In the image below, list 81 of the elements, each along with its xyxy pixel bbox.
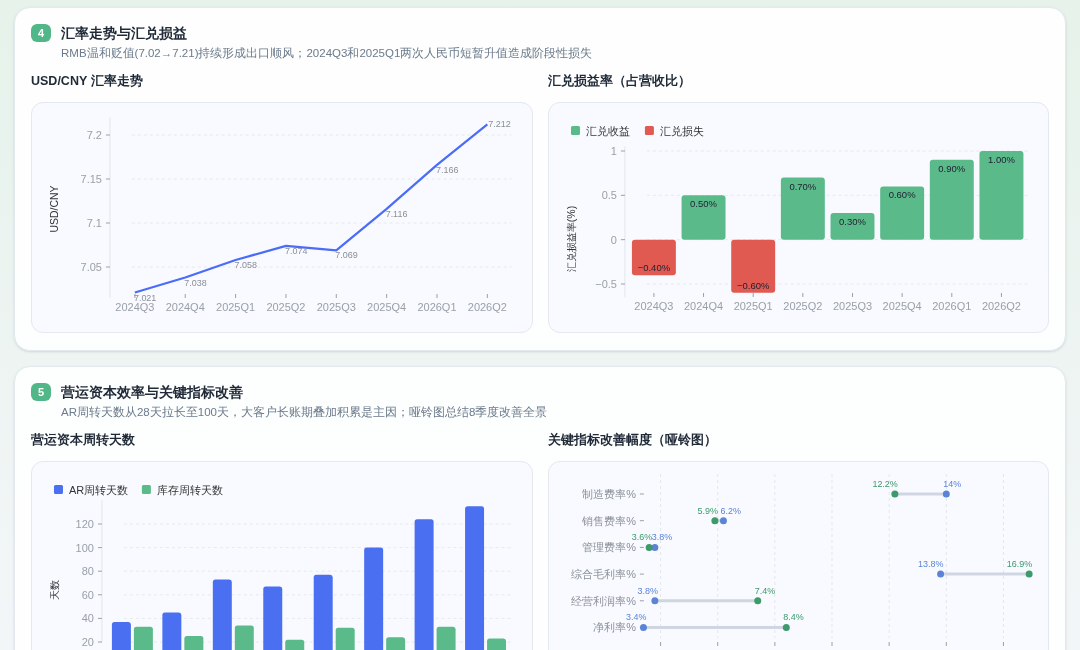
axis-tick-label: 60 bbox=[81, 588, 94, 601]
data-label: 14% bbox=[942, 479, 961, 489]
data-label: 3.8% bbox=[636, 585, 658, 596]
legend-label: 汇兑收益 bbox=[585, 125, 630, 137]
section-title: 营运资本效率与关键指标改善 bbox=[61, 383, 244, 401]
axis-tick-label: 7.15 bbox=[80, 173, 102, 185]
axis-category-label: 2024Q4 bbox=[165, 301, 205, 313]
section-number-badge: 4 bbox=[31, 24, 51, 42]
axis-category-label: 2024Q4 bbox=[683, 300, 723, 312]
axis-category-label: 2026Q1 bbox=[417, 301, 457, 313]
data-label: 7.058 bbox=[234, 259, 258, 270]
axis-category-label: 销售费率% bbox=[581, 514, 636, 527]
data-label: 7.166 bbox=[436, 164, 459, 175]
axis-tick-label: 80 bbox=[81, 565, 94, 578]
axis-category-label: 2026Q1 bbox=[931, 300, 971, 312]
axis-category-label: 2026Q2 bbox=[981, 300, 1021, 312]
data-label: 1.00% bbox=[987, 154, 1015, 165]
axis-tick-label: 7.2 bbox=[86, 129, 102, 141]
data-label: 3.6% bbox=[631, 532, 652, 543]
axis-category-label: 2025Q1 bbox=[216, 301, 256, 313]
axis-category-label: 经营利润率% bbox=[570, 594, 636, 607]
axis-title: 汇兑损益率(%) bbox=[565, 205, 577, 273]
axis-category-label: 2025Q4 bbox=[882, 300, 922, 312]
data-label: −0.60% bbox=[736, 279, 769, 291]
section-number-badge: 5 bbox=[31, 383, 51, 401]
data-label: 0.60% bbox=[888, 189, 916, 201]
data-label: 7.116 bbox=[385, 208, 408, 219]
axis-category-label: 2026Q2 bbox=[467, 301, 507, 313]
axis-tick-label: 7.1 bbox=[86, 217, 102, 229]
data-label: 0.90% bbox=[937, 162, 965, 174]
chart-title: 营运资本周转天数 bbox=[31, 432, 136, 448]
axis-category-label: 净利率% bbox=[592, 621, 636, 634]
axis-tick-label: 1 bbox=[610, 145, 617, 157]
axis-category-label: 2024Q3 bbox=[633, 300, 673, 312]
data-label: 7.021 bbox=[133, 292, 157, 303]
axis-category-label: 2025Q2 bbox=[782, 300, 822, 312]
data-label: 16.9% bbox=[1006, 559, 1032, 570]
axis-tick-label: 7.05 bbox=[80, 261, 102, 273]
axis-tick-label: 120 bbox=[75, 518, 94, 530]
axis-category-label: 2025Q1 bbox=[733, 300, 773, 312]
axis-category-label: 管理费率% bbox=[581, 541, 636, 554]
chart-title: USD/CNY 汇率走势 bbox=[31, 73, 144, 89]
axis-category-label: 2025Q3 bbox=[832, 300, 872, 312]
axis-category-label: 制造费率% bbox=[581, 488, 636, 500]
data-label: 6.2% bbox=[719, 505, 741, 516]
data-label: 8.4% bbox=[782, 612, 804, 623]
axis-category-label: 综合毛利率% bbox=[570, 568, 636, 581]
data-label: 12.2% bbox=[871, 479, 898, 489]
data-label: 0.30% bbox=[838, 216, 866, 228]
data-label: −0.40% bbox=[637, 262, 670, 274]
data-label: 5.9% bbox=[696, 505, 718, 516]
axis-title: 天数 bbox=[49, 580, 60, 600]
data-label: 3.4% bbox=[625, 612, 646, 623]
axis-category-label: 2024Q3 bbox=[115, 301, 155, 313]
legend-label: AR周转天数 bbox=[68, 484, 129, 496]
data-label: 7.074 bbox=[284, 245, 308, 256]
axis-category-label: 2025Q4 bbox=[367, 301, 407, 313]
data-label: 7.4% bbox=[754, 585, 775, 596]
axis-category-label: 2025Q2 bbox=[266, 301, 306, 313]
axis-tick-label: 40 bbox=[81, 612, 94, 625]
legend-label: 汇兑损失 bbox=[659, 125, 704, 137]
section-subtitle: AR周转天数从28天拉长至100天，大客户长账期叠加积累是主因；哑铃图总结8季度改善全景 bbox=[61, 405, 548, 420]
axis-title: USD/CNY bbox=[49, 185, 60, 233]
data-label: 0.50% bbox=[689, 198, 717, 210]
legend-label: 库存周转天数 bbox=[156, 484, 223, 496]
axis-tick-label: 20 bbox=[81, 636, 94, 648]
axis-tick-label: 0 bbox=[610, 233, 617, 246]
data-label: 7.212 bbox=[488, 119, 511, 130]
data-label: 7.038 bbox=[184, 277, 207, 288]
axis-category-label: 2025Q3 bbox=[316, 301, 356, 313]
data-label: 7.069 bbox=[335, 250, 358, 261]
data-label: 0.70% bbox=[788, 180, 816, 192]
axis-tick-label: 0.5 bbox=[601, 189, 617, 202]
data-label: 3.8% bbox=[651, 532, 672, 543]
data-label: 13.8% bbox=[917, 559, 944, 570]
section-subtitle: RMB温和贬值(7.02→7.21)持续形成出口顺风；2024Q3和2025Q1两次人民币短暂升值造成阶段性损失 bbox=[61, 46, 593, 61]
chart-title: 汇兑损益率（占营收比） bbox=[547, 73, 692, 89]
section-title: 汇率走势与汇兑损益 bbox=[61, 24, 188, 42]
chart-title: 关键指标改善幅度（哑铃图） bbox=[547, 432, 718, 448]
axis-tick-label: −0.5 bbox=[594, 278, 617, 290]
axis-tick-label: 100 bbox=[75, 541, 94, 554]
